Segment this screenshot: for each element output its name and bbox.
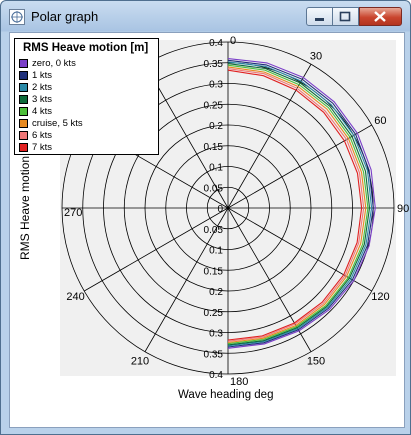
angle-tick-label: 90 (397, 203, 409, 215)
legend-item: 3 kts (19, 94, 52, 105)
radial-tick-label: 0.35 (204, 59, 224, 70)
legend-swatch (19, 59, 28, 68)
radial-tick-label: 0.2 (209, 121, 223, 132)
angle-tick-label: 270 (64, 207, 82, 219)
radial-tick-label: 0 (217, 204, 223, 215)
radial-tick-label: 0.1 (209, 246, 223, 257)
legend-label: cruise, 5 kts (32, 118, 83, 129)
legend-swatch (19, 71, 28, 80)
x-axis-label: Wave heading deg (178, 389, 274, 401)
legend-swatch (19, 119, 28, 128)
legend-item: 4 kts (19, 106, 52, 117)
angle-tick-label: 240 (66, 291, 84, 303)
angle-tick-label: 210 (131, 355, 149, 367)
angle-tick-label: 30 (310, 51, 322, 63)
y-axis-label: RMS Heave motion [m] (18, 140, 32, 260)
legend-label: 6 kts (32, 130, 53, 141)
radial-tick-label: 0.05 (204, 225, 224, 236)
legend-item: 1 kts (19, 70, 52, 81)
radial-tick-label: 0.2 (209, 287, 223, 298)
legend-item: 2 kts (19, 82, 52, 93)
legend-item: 7 kts (19, 142, 52, 153)
legend-label: 7 kts (32, 142, 53, 153)
legend: RMS Heave motion [m] zero, 0 kts 1 kts 2… (14, 38, 159, 155)
radial-tick-label: 0.15 (204, 142, 224, 153)
legend-swatch (19, 83, 28, 92)
radial-tick-label: 0.3 (209, 80, 223, 91)
radial-tick-label: 0.25 (204, 100, 224, 111)
legend-swatch (19, 131, 28, 140)
radial-tick-label: 0.1 (209, 163, 223, 174)
legend-label: 4 kts (32, 106, 53, 117)
radial-tick-label: 0.3 (209, 329, 223, 340)
legend-item: 6 kts (19, 130, 52, 141)
angle-tick-label: 60 (374, 115, 386, 127)
radial-tick-label: 0.4 (209, 370, 223, 381)
radial-tick-label: 0.4 (209, 38, 223, 49)
legend-swatch (19, 107, 28, 116)
radial-tick-label: 0.35 (204, 349, 224, 360)
legend-swatch (19, 143, 28, 152)
legend-swatch (19, 95, 28, 104)
legend-item: zero, 0 kts (19, 58, 76, 69)
angle-tick-label: 150 (307, 355, 325, 367)
radial-tick-label: 0.15 (204, 266, 224, 277)
angle-tick-label: 0 (230, 35, 236, 47)
legend-label: 1 kts (32, 70, 53, 81)
angle-tick-label: 120 (371, 291, 389, 303)
legend-title: RMS Heave motion [m] (23, 42, 149, 54)
radial-tick-label: 0.05 (204, 183, 224, 194)
legend-label: 2 kts (32, 82, 53, 93)
radial-tick-label: 0.25 (204, 308, 224, 319)
legend-label: zero, 0 kts (32, 58, 76, 69)
angle-tick-label: 180 (230, 376, 248, 388)
legend-label: 3 kts (32, 94, 53, 105)
legend-item: cruise, 5 kts (19, 118, 83, 129)
